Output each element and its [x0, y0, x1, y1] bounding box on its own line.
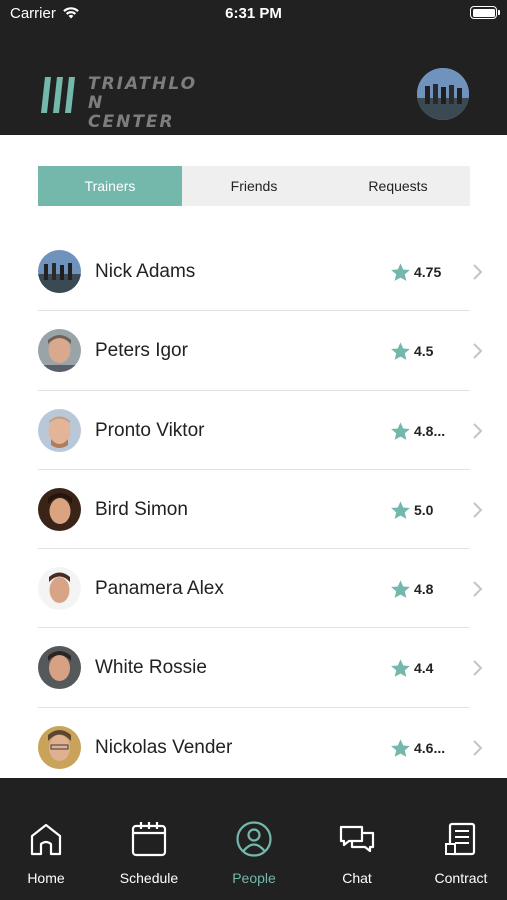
tab-chat-label: Chat: [342, 870, 372, 886]
bottom-tab-bar: Home Schedule People Chat Contract: [0, 778, 507, 900]
logo-text: TRIATHLO N CENTER: [88, 75, 208, 132]
avatar: [38, 250, 81, 293]
trainer-row[interactable]: Nick Adams 4.75: [0, 232, 507, 312]
logo-line-1: TRIATHLO N: [88, 74, 198, 113]
trainer-rating: 4.5: [414, 343, 434, 360]
star-icon: [391, 342, 410, 361]
person-icon: [236, 821, 272, 857]
chevron-right-icon: [473, 502, 483, 518]
document-icon: [445, 822, 476, 856]
profile-avatar[interactable]: [417, 68, 469, 120]
tab-requests[interactable]: Requests: [326, 166, 470, 206]
tab-people[interactable]: People: [209, 820, 299, 886]
star-icon: [391, 421, 410, 440]
star-icon: [391, 263, 410, 281]
trainer-rating: 4.75: [414, 264, 442, 280]
avatar: [38, 725, 81, 769]
trainer-row[interactable]: White Rossie 4.4: [0, 628, 507, 709]
avatar: [38, 408, 81, 452]
trainer-row[interactable]: Bird Simon 5.0: [0, 470, 507, 550]
tab-contract[interactable]: Contract: [416, 820, 506, 886]
tab-people-label: People: [232, 870, 276, 886]
trainer-name: Nickolas Vender: [95, 736, 233, 758]
chevron-right-icon: [473, 343, 483, 360]
status-bar: Carrier 6:31 PM: [0, 0, 507, 30]
trainer-name: White Rossie: [95, 657, 207, 679]
trainer-name: Nick Adams: [95, 261, 196, 282]
star-icon: [391, 739, 410, 757]
trainer-name: Panamera Alex: [95, 578, 224, 600]
star-icon: [391, 501, 410, 519]
battery-icon: [470, 6, 500, 19]
logo-line-2: CENTER: [88, 112, 175, 132]
trainer-rating: 4.8: [414, 581, 434, 598]
chevron-right-icon: [473, 740, 483, 756]
chevron-right-icon: [473, 660, 483, 677]
tab-home-label: Home: [27, 870, 65, 886]
home-icon: [30, 823, 62, 856]
trainer-rating: 4.4: [414, 660, 434, 677]
tab-chat[interactable]: Chat: [312, 820, 402, 886]
profile-photo-icon: [417, 68, 469, 120]
tab-friends[interactable]: Friends: [182, 166, 326, 206]
star-icon: [391, 659, 410, 678]
tab-trainers[interactable]: Trainers: [38, 166, 182, 206]
avatar: [38, 646, 81, 690]
segment-tabs: Trainers Friends Requests: [38, 166, 470, 206]
trainer-name: Pronto Viktor: [95, 419, 205, 441]
trainer-row[interactable]: Nickolas Vender 4.6...: [0, 708, 507, 788]
trainer-name: Peters Igor: [95, 340, 188, 362]
trainer-rating: 4.6...: [414, 739, 446, 756]
app-header: Carrier 6:31 PM TRIATHLO N CENTER: [0, 0, 507, 135]
chat-icon: [339, 825, 375, 853]
calendar-icon: [131, 822, 167, 857]
chevron-right-icon: [473, 581, 483, 597]
logo-bars-icon: [41, 77, 75, 113]
trainer-name: Bird Simon: [95, 498, 188, 520]
tab-home[interactable]: Home: [1, 820, 91, 886]
trainer-row[interactable]: Peters Igor 4.5: [0, 311, 507, 391]
trainer-list: Nick Adams 4.75 Peters Igor 4.5 Pronto V…: [0, 232, 507, 788]
avatar: [38, 567, 81, 611]
tab-schedule[interactable]: Schedule: [104, 820, 194, 886]
status-time: 6:31 PM: [225, 5, 282, 22]
trainer-row[interactable]: Panamera Alex 4.8: [0, 549, 507, 629]
chevron-right-icon: [473, 264, 483, 280]
chevron-right-icon: [473, 422, 483, 439]
tab-schedule-label: Schedule: [119, 870, 179, 886]
trainer-rating: 4.8...: [414, 422, 446, 439]
trainer-row[interactable]: Pronto Viktor 4.8...: [0, 391, 507, 471]
avatar: [38, 329, 81, 373]
avatar: [38, 487, 81, 531]
trainer-rating: 5.0: [414, 501, 434, 518]
star-icon: [391, 580, 410, 599]
app-logo: TRIATHLO N CENTER: [38, 75, 208, 132]
tab-contract-label: Contract: [434, 870, 488, 886]
